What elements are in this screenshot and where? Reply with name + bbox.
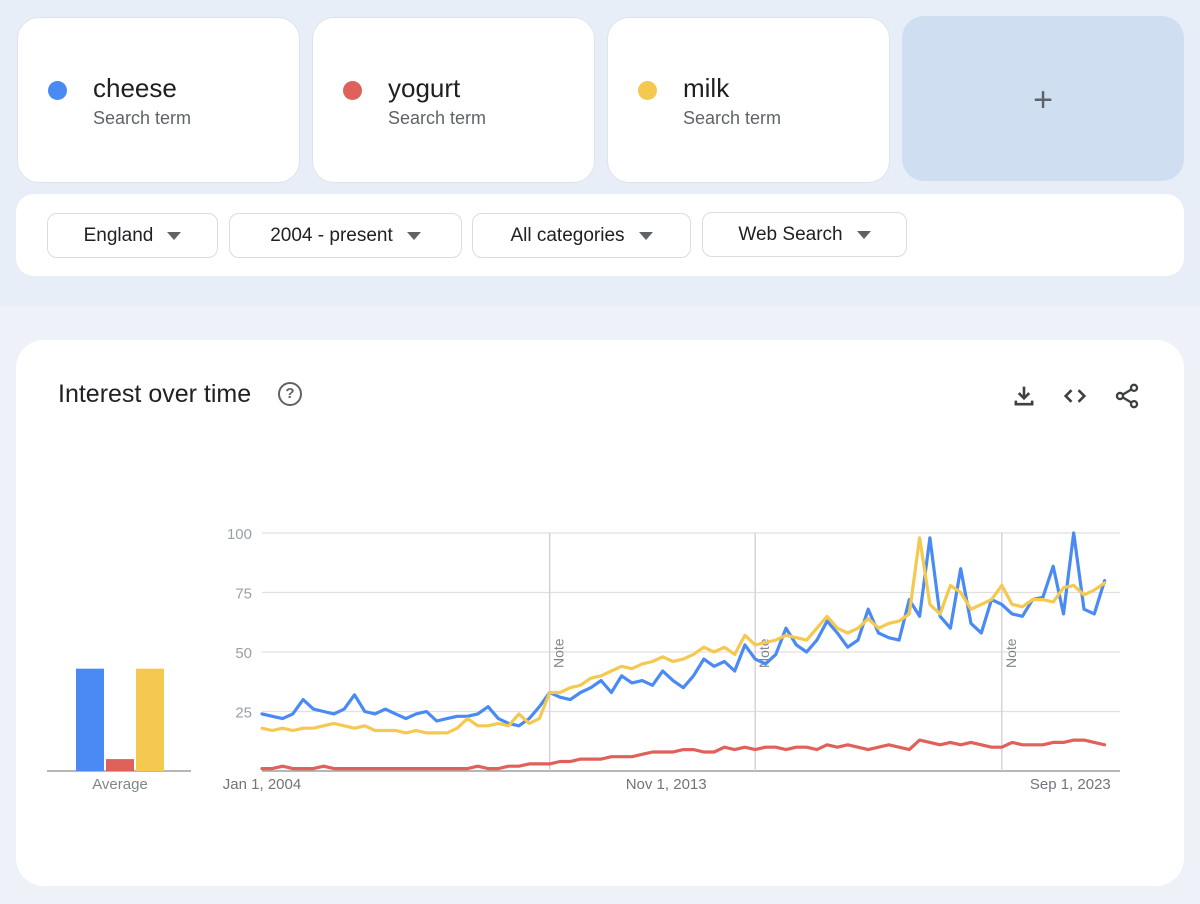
x-tick-label: Sep 1, 2023 — [1030, 776, 1111, 793]
average-bar-yogurt — [106, 759, 134, 771]
y-tick-label: 25 — [235, 705, 252, 722]
average-bar-milk — [136, 668, 164, 771]
note-label: Note — [551, 638, 567, 668]
interest-chart: 255075100Note Note NoteJan 1, 2004 Nov 1, 2… — [47, 526, 1120, 793]
series-line-milk — [260, 536, 1107, 735]
x-tick-label: Nov 1, 2013 — [626, 776, 707, 793]
x-tick-label: Jan 1, 2004 — [223, 776, 301, 793]
y-tick-label: 100 — [227, 526, 252, 543]
average-bar-cheese — [76, 668, 104, 771]
y-tick-label: 75 — [235, 586, 252, 603]
series-line-yogurt — [260, 738, 1107, 771]
y-tick-label: 50 — [235, 645, 252, 662]
average-label: Average — [92, 776, 148, 793]
series-line-cheese — [260, 531, 1107, 728]
note-label: Note — [1003, 638, 1019, 668]
